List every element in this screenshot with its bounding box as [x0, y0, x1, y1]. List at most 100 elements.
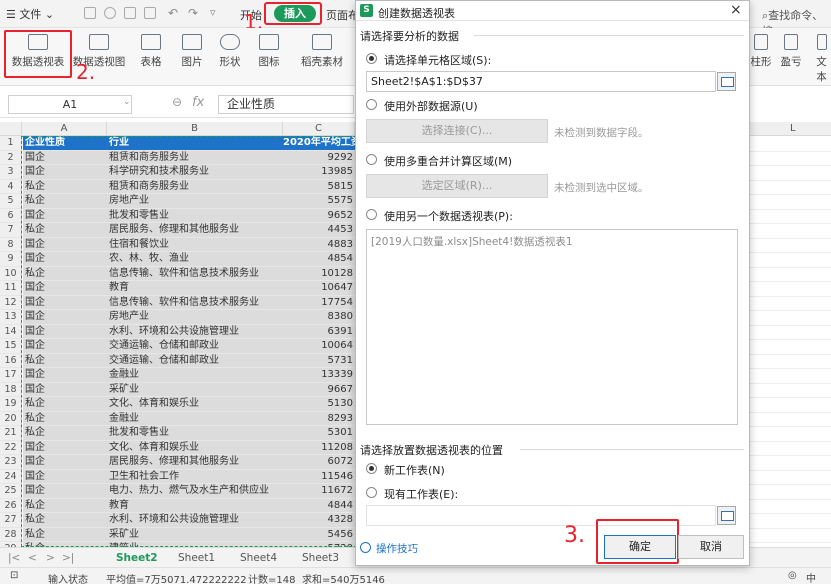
cell-a[interactable]: 私企 [23, 266, 107, 281]
table-row[interactable]: 4 私企 租赁和商务服务业 5815 [0, 179, 355, 194]
cell-a[interactable]: 私企 [23, 397, 107, 411]
cell-a[interactable]: 私企 [23, 498, 107, 513]
row-number[interactable]: 6 [0, 208, 22, 223]
cell-c[interactable]: 4328 [283, 513, 355, 527]
table-row[interactable]: 19 私企 文化、体育和娱乐业 5130 [0, 397, 355, 412]
cell-b[interactable]: 金融业 [107, 368, 283, 382]
row-number[interactable]: 4 [0, 179, 22, 194]
customize-icon[interactable]: ▿ [210, 6, 216, 19]
save-icon[interactable] [84, 7, 96, 19]
column-b-header[interactable]: B [107, 122, 283, 136]
radio-multi-consolidation-label[interactable]: 使用多重合并计算区域(M) [384, 153, 512, 169]
range-input[interactable]: Sheet2!$A$1:$D$37 [366, 71, 716, 92]
text-button[interactable]: 文本 [812, 34, 831, 83]
table-row[interactable]: 21 私企 批发和零售业 5301 [0, 426, 355, 441]
cell-b[interactable]: 电力、热力、燃气及水生产和供应业 [107, 484, 283, 498]
table-row[interactable]: 1 企业性质 行业 2020年平均工资 [0, 136, 355, 151]
row-number[interactable]: 11 [0, 281, 22, 295]
radio-external-source-label[interactable]: 使用外部数据源(U) [384, 98, 478, 114]
cell-b[interactable]: 卫生和社会工作 [107, 469, 283, 484]
cell-a[interactable]: 私企 [23, 527, 107, 542]
cell-b[interactable]: 水利、环境和公共设施管理业 [107, 324, 283, 339]
row-number[interactable]: 17 [0, 368, 22, 382]
cell-a[interactable]: 国企 [23, 295, 107, 310]
input-language[interactable]: 中 [806, 570, 816, 584]
sheet-tab-sheet3[interactable]: Sheet3 [302, 552, 339, 564]
cell-a[interactable]: 国企 [23, 484, 107, 498]
cell-a[interactable]: 私企 [23, 353, 107, 368]
row-number[interactable]: 25 [0, 484, 22, 498]
redo-icon[interactable]: ↷ [188, 6, 198, 20]
cell-c[interactable]: 4854 [283, 252, 355, 266]
row-number[interactable]: 15 [0, 339, 22, 353]
cell-b[interactable]: 金融业 [107, 411, 283, 426]
cancel-button[interactable]: 取消 [678, 535, 744, 559]
radio-another-pivot-label[interactable]: 使用另一个数据透视表(P): [384, 208, 513, 224]
radio-existing-sheet-label[interactable]: 现有工作表(E): [384, 486, 458, 502]
radio-new-sheet-label[interactable]: 新工作表(N) [384, 462, 445, 478]
cell-c[interactable]: 11546 [283, 469, 355, 484]
table-row[interactable]: 25 国企 电力、热力、燃气及水生产和供应业 11672 [0, 484, 355, 499]
preview-icon[interactable] [144, 7, 156, 19]
row-number[interactable]: 18 [0, 382, 22, 397]
prev-sheet-icon[interactable]: < [28, 552, 37, 564]
cell-b[interactable]: 居民服务、修理和其他服务业 [107, 455, 283, 469]
cell-c[interactable]: 6391 [283, 324, 355, 339]
cell-c[interactable]: 4453 [283, 223, 355, 237]
cell-b[interactable]: 教育 [107, 281, 283, 295]
cell-b[interactable]: 租赁和商务服务业 [107, 150, 283, 165]
cell-c[interactable]: 4883 [283, 237, 355, 252]
cell-c[interactable]: 6072 [283, 455, 355, 469]
cell-b[interactable]: 居民服务、修理和其他服务业 [107, 223, 283, 237]
cell-a[interactable]: 私企 [23, 411, 107, 426]
range-picker-icon[interactable] [717, 72, 736, 91]
cell-b1[interactable]: 行业 [107, 136, 283, 150]
cell-a[interactable]: 私企 [23, 179, 107, 194]
row-number[interactable]: 8 [0, 237, 22, 252]
export-icon[interactable] [124, 7, 136, 19]
cell-c[interactable]: 10128 [283, 266, 355, 281]
table-row[interactable]: 17 国企 金融业 13339 [0, 368, 355, 383]
cell-a[interactable]: 国企 [23, 310, 107, 324]
cell-a[interactable]: 私企 [23, 194, 107, 208]
table-row[interactable]: 15 国企 交通运输、仓储和邮政业 10064 [0, 339, 355, 354]
cell-b[interactable]: 文化、体育和娱乐业 [107, 440, 283, 455]
cell-b[interactable]: 采矿业 [107, 382, 283, 397]
table-row[interactable]: 7 私企 居民服务、修理和其他服务业 4453 [0, 223, 355, 238]
table-row[interactable]: 11 国企 教育 10647 [0, 281, 355, 296]
cell-a[interactable]: 国企 [23, 165, 107, 179]
eye-icon[interactable]: ◎ [788, 570, 797, 581]
location-picker-icon[interactable] [717, 506, 736, 525]
cell-c[interactable]: 9292 [283, 150, 355, 165]
cell-c[interactable]: 4844 [283, 498, 355, 513]
radio-new-sheet[interactable] [366, 463, 377, 474]
cell-b[interactable]: 信息传输、软件和信息技术服务业 [107, 295, 283, 310]
undo-icon[interactable]: ↶ [168, 6, 178, 20]
cell-a[interactable]: 国企 [23, 208, 107, 223]
cell-a[interactable]: 国企 [23, 382, 107, 397]
list-item[interactable]: [2019人口数量.xlsx]Sheet4!数据透视表1 [371, 234, 733, 249]
table-row[interactable]: 26 私企 教育 4844 [0, 498, 355, 513]
cell-a[interactable]: 国企 [23, 469, 107, 484]
select-connection-button[interactable]: 选择连接(C)... [366, 119, 548, 143]
cell-c[interactable]: 10064 [283, 339, 355, 353]
cell-b[interactable]: 批发和零售业 [107, 426, 283, 440]
cell-b[interactable]: 采矿业 [107, 527, 283, 542]
column-c-header[interactable]: C [283, 122, 355, 136]
row-number[interactable]: 22 [0, 440, 22, 455]
sheet-tab-sheet2[interactable]: Sheet2 [116, 552, 158, 564]
cell-c[interactable]: 17754 [283, 295, 355, 310]
first-sheet-icon[interactable]: |< [8, 552, 20, 564]
cell-b[interactable]: 住宿和餐饮业 [107, 237, 283, 252]
row-number[interactable]: 26 [0, 498, 22, 513]
cell-b[interactable]: 房地产业 [107, 310, 283, 324]
table-row[interactable]: 24 国企 卫生和社会工作 11546 [0, 469, 355, 484]
cell-c[interactable]: 8293 [283, 411, 355, 426]
row-number[interactable]: 20 [0, 411, 22, 426]
material-button[interactable]: 稻壳素材 [298, 34, 346, 78]
shape-button[interactable]: 形状 [212, 34, 248, 78]
cell-a[interactable]: 私企 [23, 426, 107, 440]
row-number[interactable]: 19 [0, 397, 22, 411]
table-row[interactable]: 10 私企 信息传输、软件和信息技术服务业 10128 [0, 266, 355, 281]
table-row[interactable]: 5 私企 房地产业 5575 [0, 194, 355, 209]
